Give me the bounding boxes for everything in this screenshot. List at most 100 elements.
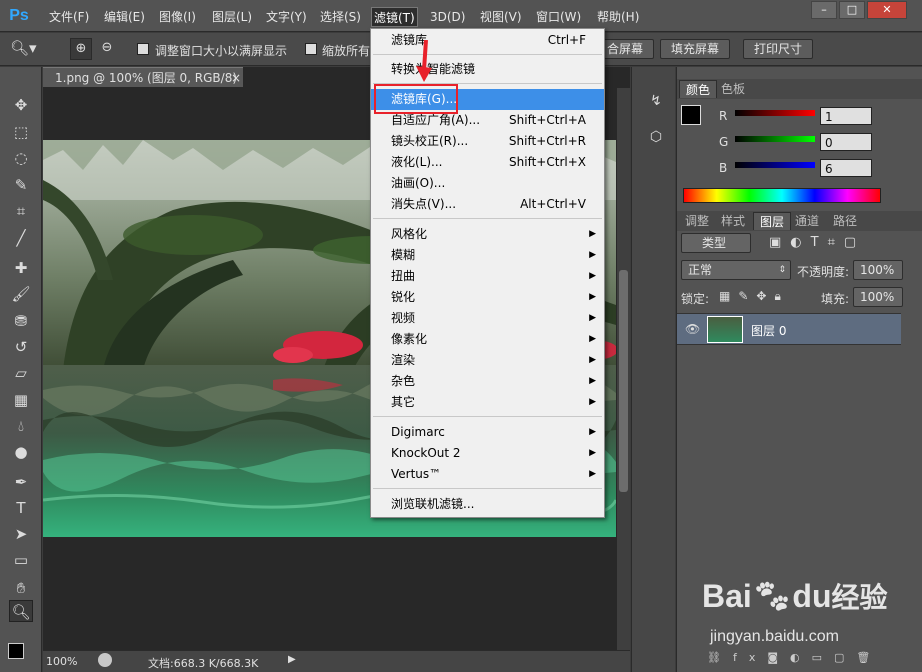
maximize-button[interactable]: □ <box>839 1 865 19</box>
zoom-tool-preset-icon[interactable]: 🔍︎▾ <box>10 39 50 59</box>
fill-screen-button[interactable]: 填充屏幕 <box>660 39 731 59</box>
zoom-out-icon[interactable]: ⊖ <box>96 38 118 60</box>
menu-item-vertus[interactable]: Vertus™ ▶ <box>371 464 604 485</box>
menu-item-browse-filters-online[interactable]: 浏览联机滤镜... <box>371 494 604 515</box>
g-slider[interactable] <box>735 136 815 142</box>
color-spectrum-bar[interactable] <box>683 188 881 203</box>
document-size: 文档:668.3 K/668.3K <box>148 657 259 670</box>
tab-layers[interactable]: 图层 <box>753 212 792 230</box>
move-tool-icon[interactable]: ✥ <box>9 94 33 116</box>
opacity-value: 100% <box>860 263 895 277</box>
tab-adjustments[interactable]: 调整 <box>679 212 715 230</box>
tab-paths[interactable]: 路径 <box>827 212 863 230</box>
lock-icons[interactable]: ▦✎✥🔒︎ <box>719 289 799 305</box>
menu-image[interactable]: 图像(I) <box>157 7 198 27</box>
fill-input[interactable]: 100% <box>853 287 903 307</box>
menu-view[interactable]: 视图(V) <box>478 7 524 27</box>
menu-item-lens-correction[interactable]: 镜头校正(R)... Shift+Ctrl+R <box>371 131 604 152</box>
zoom-level[interactable]: 100% <box>46 655 77 668</box>
path-select-tool-icon[interactable]: ➤ <box>9 523 33 545</box>
menu-window[interactable]: 窗口(W) <box>534 7 583 27</box>
zoom-all-checkbox[interactable] <box>305 43 317 55</box>
menu-layer[interactable]: 图层(L) <box>210 7 254 27</box>
menu-help[interactable]: 帮助(H) <box>595 7 641 27</box>
zoom-in-icon[interactable]: ⊕ <box>70 38 92 60</box>
menu-item-distort[interactable]: 扭曲 ▶ <box>371 266 604 287</box>
menu-item-noise[interactable]: 杂色 ▶ <box>371 371 604 392</box>
tab-styles[interactable]: 样式 <box>715 212 751 230</box>
menu-item-render[interactable]: 渲染 ▶ <box>371 350 604 371</box>
healing-brush-tool-icon[interactable]: ✚ <box>9 257 33 279</box>
menu-item-filter-gallery-last[interactable]: 滤镜库 Ctrl+F <box>371 30 604 51</box>
document-tab-title: 1.png @ 100% (图层 0, RGB/8) <box>55 71 238 85</box>
status-menu-arrow-icon[interactable]: ▶ <box>288 654 296 665</box>
document-tab[interactable]: 1.png @ 100% (图层 0, RGB/8) × <box>43 67 243 87</box>
status-bar: 100% 文档:668.3 K/668.3K ▶ <box>43 650 630 672</box>
layer-row[interactable]: 👁︎ 图层 0 <box>677 313 901 345</box>
stamp-tool-icon[interactable]: ⛃ <box>9 310 33 332</box>
b-slider[interactable] <box>735 162 815 168</box>
blur-tool-icon[interactable]: 💧︎ <box>9 415 33 437</box>
menu-edit[interactable]: 编辑(E) <box>102 7 147 27</box>
crop-tool-icon[interactable]: ⌗ <box>9 200 33 222</box>
menu-item-shortcut: Shift+Ctrl+X <box>509 155 586 169</box>
menu-filter[interactable]: 滤镜(T) <box>371 7 418 27</box>
brush-tool-icon[interactable]: 🖌︎ <box>9 283 33 305</box>
zoom-tool-icon[interactable]: 🔍︎ <box>9 600 33 622</box>
menu-item-sharpen[interactable]: 锐化 ▶ <box>371 287 604 308</box>
close-button[interactable]: ✕ <box>867 1 907 19</box>
print-size-button[interactable]: 打印尺寸 <box>743 39 814 59</box>
tab-swatches[interactable]: 色板 <box>715 80 751 98</box>
scrollbar-thumb[interactable] <box>619 270 628 492</box>
shape-tool-icon[interactable]: ▭ <box>9 549 33 571</box>
menu-item-liquify[interactable]: 液化(L)... Shift+Ctrl+X <box>371 152 604 173</box>
minimize-button[interactable]: – <box>811 1 837 19</box>
b-value[interactable]: 6 <box>820 159 872 177</box>
lasso-tool-icon[interactable]: ◌ <box>9 147 33 169</box>
eraser-tool-icon[interactable]: ▱ <box>9 362 33 384</box>
layer-name[interactable]: 图层 0 <box>751 322 786 339</box>
status-info-icon[interactable] <box>98 653 112 667</box>
history-brush-tool-icon[interactable]: ↺ <box>9 336 33 358</box>
menu-item-label: 风格化 <box>391 227 428 241</box>
menu-item-stylize[interactable]: 风格化 ▶ <box>371 224 604 245</box>
menu-item-oil-paint[interactable]: 油画(O)... <box>371 173 604 194</box>
type-tool-icon[interactable]: T <box>9 497 33 519</box>
resize-windows-checkbox[interactable] <box>137 43 149 55</box>
menu-item-digimarc[interactable]: Digimarc ▶ <box>371 422 604 443</box>
visibility-eye-icon[interactable]: 👁︎ <box>685 322 700 336</box>
opacity-input[interactable]: 100% <box>853 260 903 280</box>
menu-item-blur[interactable]: 模糊 ▶ <box>371 245 604 266</box>
layer-filter-icons[interactable]: ▣◐T⌗▢ <box>769 235 909 251</box>
menu-3d[interactable]: 3D(D) <box>428 7 467 27</box>
menu-item-pixelate[interactable]: 像素化 ▶ <box>371 329 604 350</box>
tab-channels[interactable]: 通道 <box>789 212 825 230</box>
menu-item-other[interactable]: 其它 ▶ <box>371 392 604 413</box>
r-slider[interactable] <box>735 110 815 116</box>
menu-item-convert-smart-filters[interactable]: 转换为智能滤镜 <box>371 59 604 80</box>
3d-panel-icon[interactable]: ⬡ <box>646 129 666 149</box>
close-tab-icon[interactable]: × <box>231 68 241 88</box>
menu-type[interactable]: 文字(Y) <box>264 7 309 27</box>
color-foreground-swatch[interactable] <box>681 105 701 125</box>
layer-filter-kind[interactable]: 类型 <box>681 233 751 253</box>
eyedropper-tool-icon[interactable]: ╱ <box>9 227 33 249</box>
menu-select[interactable]: 选择(S) <box>318 7 363 27</box>
menu-item-vanishing-point[interactable]: 消失点(V)... Alt+Ctrl+V <box>371 194 604 215</box>
menu-file[interactable]: 文件(F) <box>47 7 91 27</box>
r-value[interactable]: 1 <box>820 107 872 125</box>
tab-color[interactable]: 颜色 <box>679 80 718 98</box>
history-panel-icon[interactable]: ↯ <box>646 93 666 113</box>
pen-tool-icon[interactable]: ✒ <box>9 471 33 493</box>
quick-select-tool-icon[interactable]: ✎ <box>9 174 33 196</box>
blend-mode-select[interactable]: 正常 ⇕ <box>681 260 791 280</box>
marquee-tool-icon[interactable]: ⬚ <box>9 121 33 143</box>
gradient-tool-icon[interactable]: ▦ <box>9 389 33 411</box>
foreground-color-swatch[interactable] <box>8 643 24 659</box>
g-value[interactable]: 0 <box>820 133 872 151</box>
hand-tool-icon[interactable]: ✋︎ <box>9 577 33 599</box>
menu-item-video[interactable]: 视频 ▶ <box>371 308 604 329</box>
dodge-tool-icon[interactable]: ● <box>9 441 33 463</box>
menu-item-knockout[interactable]: KnockOut 2 ▶ <box>371 443 604 464</box>
paw-icon: 🐾︎ <box>751 578 793 614</box>
